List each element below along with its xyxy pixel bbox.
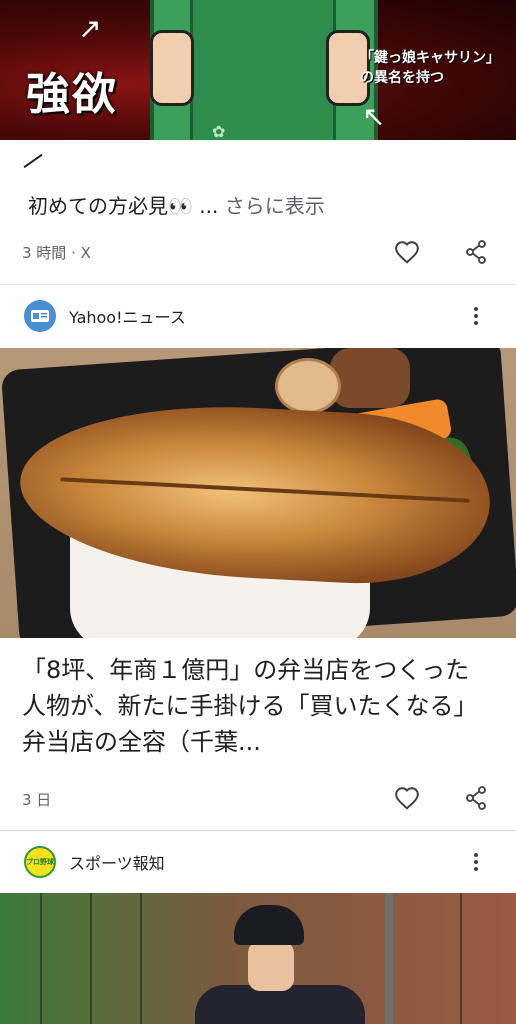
net-strand (460, 893, 462, 1024)
image-robe-front (190, 0, 336, 140)
net-strand (90, 893, 92, 1024)
card1-snippet[interactable]: 初めての方必見👀 ... さらに表示 (28, 190, 325, 219)
bento-meat (330, 348, 410, 408)
card2-more-button[interactable] (461, 301, 491, 331)
kebab-menu-icon (474, 307, 478, 325)
card3-more-button[interactable] (461, 847, 491, 877)
image-caption-overlay: 「鍵っ娘キャサリン」の異名を持つ (360, 50, 500, 86)
card2-headline[interactable]: 「8坪、年商１億円」の弁当店をつくった人物が、新たに手掛ける「買いたくなる」弁当… (22, 652, 492, 760)
share-icon (466, 240, 486, 264)
share-button[interactable] (459, 235, 493, 269)
card2-meta: 3 日 (22, 791, 52, 809)
net-strand (40, 893, 42, 1024)
heart-outline-icon (395, 787, 419, 810)
net-strand (140, 893, 142, 1024)
like-button[interactable] (390, 781, 424, 815)
kebab-menu-icon (474, 853, 478, 871)
source-name: Yahoo!ニュース (69, 308, 186, 327)
share-icon (466, 786, 486, 810)
arrow-icon: ↖ (362, 100, 386, 133)
source-name: スポーツ報知 (69, 854, 165, 873)
image-hand-left (150, 30, 194, 106)
arrow-icon: ↗ (78, 12, 102, 45)
like-button[interactable] (390, 235, 424, 269)
card-divider (0, 284, 516, 285)
heart-outline-icon (395, 241, 419, 264)
card-divider (0, 830, 516, 831)
news-icon (31, 310, 49, 322)
bento-scallop (275, 358, 341, 414)
card3-image[interactable] (0, 893, 516, 1024)
cage-rail (385, 893, 393, 1024)
card2-image[interactable] (0, 348, 516, 638)
sports-hochi-logo: プロ野球 (24, 846, 56, 878)
yahoo-news-logo (24, 300, 56, 332)
decorative-slash (23, 153, 43, 169)
card3-source-row[interactable]: プロ野球 スポーツ報知 (24, 846, 165, 878)
player-cap (234, 905, 304, 945)
card2-source-row[interactable]: Yahoo!ニュース (24, 300, 186, 332)
snippet-text: 初めての方必見👀 ... (28, 194, 219, 218)
share-button[interactable] (459, 781, 493, 815)
show-more-link[interactable]: さらに表示 (225, 194, 325, 218)
card1-image[interactable]: ✿ 強欲 「鍵っ娘キャサリン」の異名を持つ ↗ ↖ (0, 0, 516, 140)
flower-icon: ✿ (212, 122, 226, 140)
logo-text: プロ野球 (26, 858, 54, 866)
image-title-overlay: 強欲 (26, 69, 118, 120)
player-face (248, 941, 294, 991)
card1-meta: 3 時間 · X (22, 244, 91, 262)
